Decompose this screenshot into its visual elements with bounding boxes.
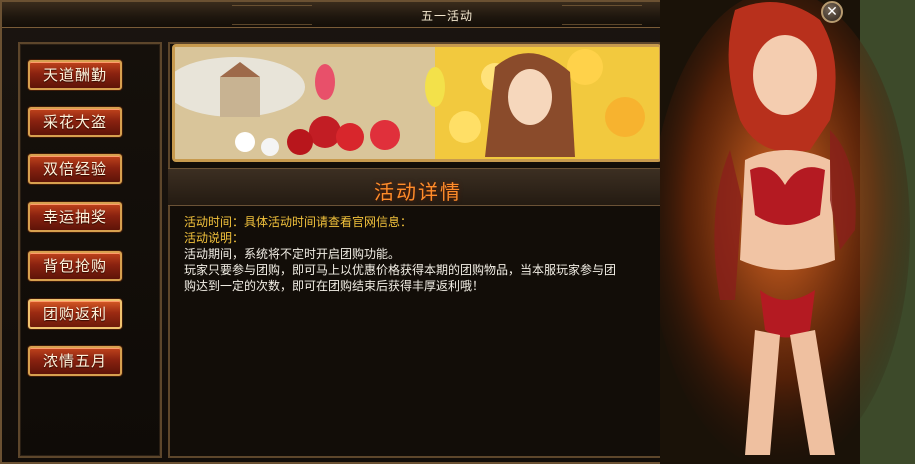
window-title: 五一活动 (420, 9, 473, 23)
character-illustration (660, 0, 915, 464)
close-button[interactable]: ✕ (821, 1, 843, 23)
activity-detail-text: 活动时间：具体活动时间请查看官网信息： 活动说明： 活动期间，系统将不定时开启团… (184, 214, 654, 294)
menu-item-double-exp[interactable]: 双倍经验 (28, 154, 122, 184)
event-banner-image (172, 44, 662, 162)
activity-time-line: 活动时间：具体活动时间请查看官网信息： (184, 215, 413, 229)
menu-item-group-rebate[interactable]: 团购返利 (28, 299, 122, 329)
banner-illustration (175, 47, 659, 159)
menu-item-may[interactable]: 浓情五月 (28, 346, 122, 376)
close-icon: ✕ (826, 4, 838, 20)
detail-header-title: 活动详情 (374, 180, 462, 204)
activity-desc-line-3: 购达到一定的次数，即可在团购结束后获得丰厚返利哦！ (184, 279, 485, 293)
title-ornament-left (232, 5, 312, 25)
menu-item-caihua[interactable]: 采花大盗 (28, 107, 122, 137)
activity-desc-line-2: 玩家只要参与团购，即可马上以优惠价格获得本期的团购物品，当本服玩家参与团 (184, 263, 617, 277)
menu-item-tiandao[interactable]: 天道酬勤 (28, 60, 122, 90)
character-artwork (660, 0, 915, 464)
menu-item-lucky-draw[interactable]: 幸运抽奖 (28, 202, 122, 232)
activity-menu-panel (18, 42, 162, 458)
activity-desc-line-1: 活动期间，系统将不定时开启团购功能。 (184, 247, 401, 261)
activity-desc-label: 活动说明： (184, 231, 245, 245)
menu-item-bag-rush[interactable]: 背包抢购 (28, 251, 122, 281)
detail-header-bar: 活动详情 (168, 168, 668, 206)
title-ornament-right (562, 5, 642, 25)
